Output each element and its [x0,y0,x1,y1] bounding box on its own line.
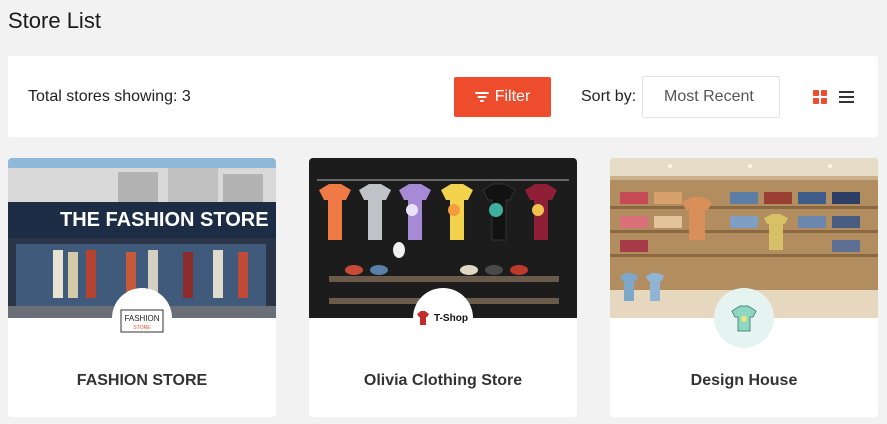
store-name: FASHION STORE [76,372,208,389]
list-view-icon[interactable] [839,91,854,104]
store-logo [714,288,774,348]
store-card[interactable]: Design House [610,158,878,417]
store-card[interactable]: T-Shop Olivia Clothing Store [309,158,577,417]
filter-icon [474,92,489,102]
sort-select[interactable]: Most Recent [642,76,780,118]
store-card[interactable]: THE FASHION STORE FASHION STORE FASHION … [8,158,276,417]
t-shirt-icon [731,305,757,332]
logo-subtext: STORE [133,325,151,331]
logo-text: T-Shop [434,313,468,324]
store-logo: FASHION STORE [112,288,172,348]
page-title: Store List [8,8,101,33]
store-toolbar: Total stores showing: 3 Filter Sort by: … [8,56,878,137]
store-name: Design House [690,372,798,389]
filter-button-label: Filter [494,88,531,105]
logo-text: FASHION [124,314,159,323]
filter-button[interactable]: Filter [454,77,551,117]
total-stores-label: Total stores showing: 3 [28,88,191,105]
sort-label: Sort by: [581,88,637,105]
store-logo: T-Shop [413,288,473,348]
store-name: Olivia Clothing Store [363,372,523,389]
grid-view-icon[interactable] [813,90,828,105]
cover-sign-text: THE FASHION STORE [60,209,269,231]
